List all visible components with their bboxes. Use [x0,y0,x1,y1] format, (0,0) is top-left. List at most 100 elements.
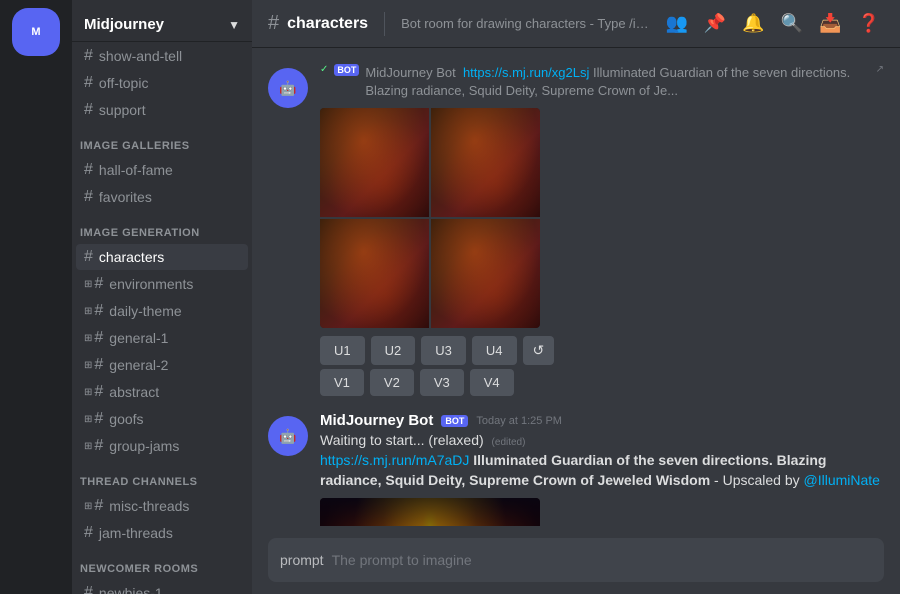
variation-button-v2[interactable]: V2 [370,369,414,396]
channel-name: goofs [109,411,143,427]
server-sidebar: M [0,0,72,594]
section-label: NEWCOMER ROOMS [72,547,252,579]
thread-icon: ⊞ [84,306,92,317]
channel-item-support[interactable]: #support [76,97,248,123]
large-image[interactable] [320,498,540,526]
message-group: 🤖 ✓ BOT MidJourney Bot https://s.mj.run/… [268,64,884,400]
variation-button-v1[interactable]: V1 [320,369,364,396]
channel-icon-wrapper: # [84,524,95,542]
thread-icon: ⊞ [84,333,92,344]
channel-icon-wrapper: ⊞# [84,383,105,401]
channel-icon-wrapper: ⊞# [84,356,105,374]
channel-name: environments [109,276,193,292]
channel-item-goofs[interactable]: ⊞# goofs [76,406,248,432]
thread-icon: ⊞ [84,360,92,371]
large-image-bg [320,498,540,526]
channel-icon-wrapper: # [84,584,95,594]
chat-header: # characters Bot room for drawing charac… [252,0,900,48]
message-group-upscale: 🤖 MidJourney Bot BOT Today at 1:25 PM Wa… [268,412,884,526]
channel-item-characters[interactable]: #characters [76,244,248,270]
section-label: IMAGE GENERATION [72,211,252,243]
channel-name: group-jams [109,438,179,454]
channel-item-off-topic[interactable]: #off-topic [76,70,248,96]
hash-icon: # [94,437,103,455]
chat-input[interactable]: prompt The prompt to imagine [268,538,884,582]
channel-item-jam-threads[interactable]: #jam-threads [76,520,248,546]
channel-item-hall-of-fame[interactable]: #hall-of-fame [76,157,248,183]
channel-item-abstract[interactable]: ⊞#abstract [76,379,248,405]
thread-icon: ⊞ [84,441,92,452]
hash-icon: # [84,524,93,542]
thread-icon: ⊞ [84,414,92,425]
inbox-icon[interactable]: 📥 [815,9,845,38]
channel-item-show-and-tell[interactable]: #show-and-tell [76,43,248,69]
message-content: ✓ BOT MidJourney Bot https://s.mj.run/xg… [320,64,884,400]
upscale-attribution: - Upscaled by @IllumiNate [714,472,880,488]
chat-input-area: prompt The prompt to imagine [252,526,900,594]
hash-icon: # [94,410,103,428]
image-placeholder-1 [320,108,429,217]
bot-command-text: MidJourney Bot https://s.mj.run/xg2Lsj I… [365,64,865,100]
variation-button-v4[interactable]: V4 [470,369,514,396]
upscale-link[interactable]: https://s.mj.run/mA7aDJ [320,452,469,468]
channel-icon-wrapper: ⊞# [84,437,105,455]
message-author: MidJourney Bot [320,412,433,429]
pin-icon[interactable]: 📌 [700,9,730,38]
section-label: IMAGE GALLERIES [72,124,252,156]
upscale-button-u1[interactable]: U1 [320,336,365,365]
channel-item-environments[interactable]: ⊞#environments [76,271,248,297]
upscale-button-u2[interactable]: U2 [371,336,416,365]
channel-description: Bot room for drawing characters - Type /… [401,16,653,31]
channel-item-newbies-1[interactable]: # newbies-1 [76,580,248,594]
bot-badge-small: BOT [334,64,359,76]
server-name: Midjourney [84,16,164,33]
help-icon[interactable]: ❓ [854,9,884,38]
channel-item-misc-threads[interactable]: ⊞#misc-threads [76,493,248,519]
server-icon-midjourney[interactable]: M [12,8,60,56]
channel-name: characters [99,249,164,265]
grid-image-1 [320,108,429,217]
channel-sidebar: Midjourney ▼ #show-and-tell#off-topic#su… [72,0,252,594]
channel-icon-wrapper: ⊞# [84,302,105,320]
command-prompt-text: Illuminated Guardian of the seven direct… [365,65,850,98]
hash-icon: # [94,383,103,401]
upscale-button-u3[interactable]: U3 [421,336,466,365]
hash-icon: # [94,302,103,320]
image-placeholder-3 [320,219,429,328]
server-header[interactable]: Midjourney ▼ [72,0,252,42]
external-link-icon: ↗ [876,64,884,75]
channel-item-group-jams[interactable]: ⊞#group-jams [76,433,248,459]
channel-item-favorites[interactable]: #favorites [76,184,248,210]
refresh-button[interactable]: ↺ [523,336,555,365]
input-placeholder: The prompt to imagine [332,552,472,568]
variation-button-v3[interactable]: V3 [420,369,464,396]
members-icon[interactable]: 👥 [661,9,691,38]
bot-badge: BOT [441,415,468,427]
section-label: THREAD CHANNELS [72,460,252,492]
check-icon: ✓ [320,64,328,75]
bell-icon[interactable]: 🔔 [738,9,768,38]
channel-item-daily-theme[interactable]: ⊞#daily-theme [76,298,248,324]
hash-icon: # [84,101,93,119]
edited-tag: (edited) [492,437,526,448]
search-icon[interactable]: 🔍 [777,9,807,38]
channel-icon-wrapper: ⊞# [84,329,105,347]
channel-name: daily-theme [109,303,181,319]
channel-name: general-1 [109,330,168,346]
header-divider [384,12,385,36]
channel-icon-wrapper: # [84,248,95,266]
command-link[interactable]: https://s.mj.run/xg2Lsj [463,65,589,80]
image-placeholder-2 [431,108,540,217]
channel-name: newbies-1 [99,585,163,594]
thread-icon: ⊞ [84,279,92,290]
avatar: 🤖 [268,68,308,108]
prompt-label: prompt [280,552,324,568]
user-mention[interactable]: @IllumiNate [804,472,880,488]
channel-item-general-1[interactable]: ⊞#general-1 [76,325,248,351]
channel-item-general-2[interactable]: ⊞#general-2 [76,352,248,378]
message-link-line: https://s.mj.run/mA7aDJ Illuminated Guar… [320,451,884,490]
channel-name: general-2 [109,357,168,373]
channel-name: misc-threads [109,498,189,514]
image-grid [320,108,540,328]
upscale-button-u4[interactable]: U4 [472,336,517,365]
